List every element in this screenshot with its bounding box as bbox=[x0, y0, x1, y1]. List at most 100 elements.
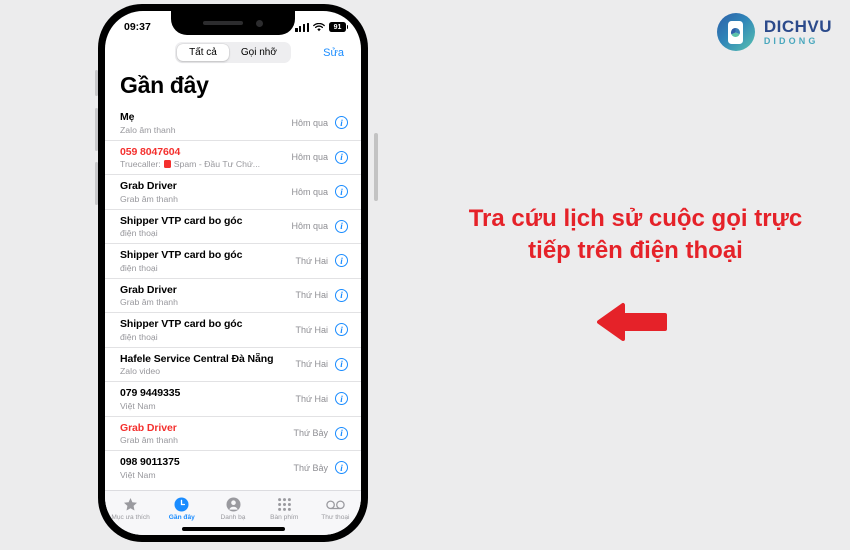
voicemail-icon bbox=[326, 496, 345, 512]
phone-notch bbox=[171, 11, 295, 35]
call-time: Thứ Hai bbox=[295, 290, 328, 301]
filter-bar: Tất cả Gọi nhỡ Sửa bbox=[105, 38, 361, 68]
call-time: Thứ Hai bbox=[295, 393, 328, 404]
table-row[interactable]: 098 9011375 Việt Nam Thứ Bảy i bbox=[105, 450, 361, 485]
info-circle-icon[interactable]: i bbox=[335, 219, 348, 233]
info-circle-icon[interactable]: i bbox=[335, 461, 348, 475]
table-row[interactable]: 079 9449335 Việt Nam Thứ Hai i bbox=[105, 381, 361, 416]
call-detail: điện thoại bbox=[120, 331, 158, 342]
call-name: Grab Driver bbox=[120, 180, 177, 192]
cellular-bars-icon bbox=[295, 22, 309, 32]
spam-badge-icon bbox=[163, 160, 171, 168]
call-detail: Zalo video bbox=[120, 366, 161, 376]
call-time: Thứ Hai bbox=[295, 255, 328, 266]
headline-line-2: tiếp trên điện thoại bbox=[528, 236, 743, 264]
tab-recents[interactable]: Gần đây bbox=[156, 496, 207, 521]
phone-mockup: 09:37 91 Tất cả Gọi nhỡ Sửa Gần đây Mẹ Z… bbox=[95, 4, 368, 542]
table-row[interactable]: Grab Driver Grab âm thanh Thứ Bảy i bbox=[105, 415, 361, 451]
info-circle-icon[interactable]: i bbox=[335, 150, 348, 164]
info-circle-icon[interactable]: i bbox=[335, 116, 348, 130]
status-time: 09:37 bbox=[124, 21, 151, 33]
brand-logo: DICHVU DIDONG bbox=[716, 13, 832, 51]
call-detail: điện thoại bbox=[120, 228, 158, 238]
clock-icon bbox=[174, 496, 189, 512]
left-arrow-icon bbox=[597, 300, 667, 344]
info-circle-icon[interactable]: i bbox=[335, 185, 348, 199]
page-scrollbar[interactable] bbox=[374, 133, 378, 201]
call-detail: Truecaller: bbox=[120, 159, 161, 169]
call-time: Hôm qua bbox=[291, 186, 328, 197]
call-detail: Grab âm thanh bbox=[120, 193, 178, 204]
table-row[interactable]: Shipper VTP card bo góc điện thoại Hôm q… bbox=[105, 208, 361, 244]
info-circle-icon[interactable]: i bbox=[335, 323, 348, 337]
person-icon bbox=[226, 496, 241, 512]
mobile-app-logo-icon bbox=[716, 13, 755, 51]
call-time: Hôm qua bbox=[291, 152, 328, 163]
table-row[interactable]: Grab Driver Grab âm thanh Thứ Hai i bbox=[105, 277, 361, 313]
call-detail: Zalo âm thanh bbox=[120, 124, 176, 135]
brand-name: DICHVU bbox=[763, 17, 832, 36]
tab-contacts[interactable]: Danh bạ bbox=[207, 496, 258, 521]
call-name: Shipper VTP card bo góc bbox=[120, 214, 243, 227]
call-time: Thứ Bảy bbox=[293, 462, 328, 473]
info-circle-icon[interactable]: i bbox=[335, 288, 348, 302]
tab-label: Gần đây bbox=[168, 514, 195, 521]
spam-label: Spam - Đầu Tư Chứ... bbox=[173, 159, 261, 169]
phone-silent-switch bbox=[95, 70, 98, 96]
table-row[interactable]: Shipper VTP card bo góc điện thoại Thứ H… bbox=[105, 243, 361, 278]
call-name: Hafele Service Central Đà Nẵng bbox=[120, 352, 274, 365]
call-time: Thứ Hai bbox=[295, 324, 328, 335]
call-time: Thứ Hai bbox=[295, 359, 328, 370]
phone-screen: 09:37 91 Tất cả Gọi nhỡ Sửa Gần đây Mẹ Z… bbox=[105, 11, 361, 535]
info-circle-icon[interactable]: i bbox=[335, 426, 348, 440]
tab-label: Bàn phím bbox=[270, 514, 299, 521]
front-camera bbox=[256, 19, 263, 27]
tab-favorites[interactable]: Mục ưa thích bbox=[105, 496, 156, 521]
call-detail: điện thoại bbox=[120, 262, 158, 273]
info-circle-icon[interactable]: i bbox=[335, 357, 348, 371]
info-circle-icon[interactable]: i bbox=[335, 254, 348, 268]
call-name: 079 9449335 bbox=[120, 387, 181, 399]
tab-label: Danh bạ bbox=[220, 514, 246, 521]
tab-keypad[interactable]: Bàn phím bbox=[259, 496, 310, 521]
call-detail: Việt Nam bbox=[120, 400, 156, 411]
battery-indicator: 91 bbox=[329, 22, 349, 32]
edit-button[interactable]: Sửa bbox=[323, 47, 344, 59]
call-time: Thứ Bảy bbox=[293, 428, 328, 439]
table-row[interactable]: 059 8047604 Truecaller: Spam - Đầu Tư Ch… bbox=[105, 139, 361, 175]
call-name: Shipper VTP card bo góc bbox=[120, 318, 243, 330]
info-circle-icon[interactable]: i bbox=[335, 392, 348, 406]
call-name: Grab Driver bbox=[120, 421, 177, 434]
headline-line-1: Tra cứu lịch sử cuộc gọi trực bbox=[468, 205, 803, 232]
table-row[interactable]: Grab Driver Grab âm thanh Hôm qua i bbox=[105, 174, 361, 209]
recent-calls-list[interactable]: Mẹ Zalo âm thanh Hôm qua i 059 8047604 T… bbox=[105, 106, 361, 490]
call-detail: Grab âm thanh bbox=[120, 435, 178, 445]
call-name: 098 9011375 bbox=[120, 456, 180, 468]
call-time: Hôm qua bbox=[291, 117, 328, 128]
segment-all[interactable]: Tất cả bbox=[177, 44, 229, 61]
earpiece-speaker bbox=[203, 21, 243, 25]
call-detail: Grab âm thanh bbox=[120, 297, 178, 307]
tab-label: Thư thoại bbox=[321, 514, 350, 521]
segment-missed[interactable]: Gọi nhỡ bbox=[229, 44, 289, 61]
star-icon bbox=[123, 496, 138, 512]
call-name: 059 8047604 bbox=[120, 145, 181, 158]
phone-volume-down-button bbox=[95, 162, 98, 205]
tab-label: Mục ưa thích bbox=[111, 514, 150, 521]
call-time: Hôm qua bbox=[291, 221, 328, 232]
table-row[interactable]: Hafele Service Central Đà Nẵng Zalo vide… bbox=[105, 346, 361, 382]
call-filter-segmented-control[interactable]: Tất cả Gọi nhỡ bbox=[175, 42, 291, 63]
call-name: Mẹ bbox=[120, 111, 135, 123]
table-row[interactable]: Mẹ Zalo âm thanh Hôm qua i bbox=[105, 106, 361, 140]
home-indicator[interactable] bbox=[181, 527, 285, 531]
tab-voicemail[interactable]: Thư thoại bbox=[310, 496, 361, 521]
phone-volume-up-button bbox=[95, 108, 98, 151]
call-name: Grab Driver bbox=[120, 283, 177, 296]
tab-bar: Mục ưa thích Gần đây Danh bạ Bàn phím Th… bbox=[105, 490, 361, 523]
wifi-icon bbox=[313, 22, 325, 31]
call-detail: Việt Nam bbox=[120, 469, 156, 480]
brand-subtitle: DIDONG bbox=[763, 36, 819, 46]
promo-headline: Tra cứu lịch sử cuộc gọi trực tiếp trên … bbox=[438, 203, 833, 266]
keypad-icon bbox=[277, 496, 292, 512]
table-row[interactable]: Shipper VTP card bo góc điện thoại Thứ H… bbox=[105, 312, 361, 347]
